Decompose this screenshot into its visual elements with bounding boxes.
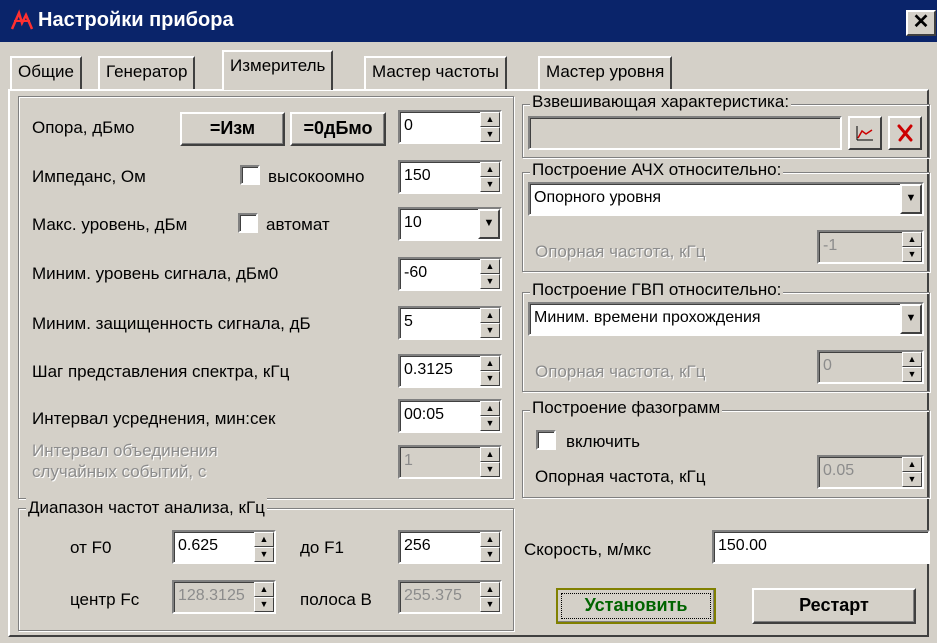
reference-label: Опора, дБмо xyxy=(32,118,135,137)
meter-settings-panel xyxy=(18,96,514,499)
title-bar[interactable]: Настройки прибора ✕ xyxy=(0,0,937,42)
impedance-label: Импеданс, Ом xyxy=(32,167,146,186)
speed-label: Скорость, м/мкс xyxy=(524,540,652,559)
spin-down-icon[interactable]: ▼ xyxy=(480,597,500,612)
spin-down-icon[interactable]: ▼ xyxy=(480,177,500,192)
red-x-icon xyxy=(897,124,913,142)
avg-interval-stepper[interactable]: 00:05 ▲ ▼ xyxy=(398,399,502,433)
auto-label: автомат xyxy=(266,215,330,234)
chevron-down-icon[interactable]: ▼ xyxy=(900,184,922,214)
spin-down-icon[interactable]: ▼ xyxy=(480,547,500,562)
window-title: Настройки прибора xyxy=(38,9,234,31)
spin-up-icon[interactable]: ▲ xyxy=(902,352,922,367)
merge-interval-label-line2: случайных событий, с xyxy=(32,462,207,481)
impedance-stepper[interactable]: 150 ▲ ▼ xyxy=(398,160,502,194)
f1-stepper[interactable]: 256 ▲ ▼ xyxy=(398,530,502,564)
f1-label: до F1 xyxy=(300,538,344,557)
zero-dbm0-button[interactable]: =0дБмо xyxy=(290,112,386,146)
high-impedance-label: высокоомно xyxy=(268,167,365,186)
high-impedance-checkbox[interactable] xyxy=(240,165,260,185)
phase-enable-label: включить xyxy=(566,432,640,451)
phase-enable-checkbox[interactable] xyxy=(536,430,556,450)
min-snr-label: Миним. защищенность сигнала, дБ xyxy=(32,314,311,333)
spectrum-step-label: Шаг представления спектра, кГц xyxy=(32,362,290,381)
afc-title: Построение АЧХ относительно: xyxy=(530,160,784,180)
app-logo-icon xyxy=(10,9,34,30)
weighting-graph-button[interactable] xyxy=(848,116,882,150)
max-level-label: Макс. уровень, дБм xyxy=(32,215,188,234)
max-level-select[interactable]: 10 ▼ xyxy=(398,207,502,241)
merge-interval-label-line1: Интервал объединения xyxy=(32,441,218,460)
graph-icon xyxy=(856,126,873,141)
afc-reference-select[interactable]: Опорного уровня ▼ xyxy=(528,182,924,216)
close-button[interactable]: ✕ xyxy=(906,10,936,36)
spin-up-icon[interactable]: ▲ xyxy=(480,401,500,416)
spin-up-icon[interactable]: ▲ xyxy=(902,232,922,247)
spin-down-icon[interactable]: ▼ xyxy=(480,416,500,431)
spin-down-icon[interactable]: ▼ xyxy=(254,547,274,562)
close-icon: ✕ xyxy=(912,11,930,33)
tab-generator[interactable]: Генератор xyxy=(98,56,196,90)
spin-up-icon[interactable]: ▲ xyxy=(902,457,922,472)
spectrum-step-stepper[interactable]: 0.3125 ▲ ▼ xyxy=(398,354,502,388)
afc-ref-freq-stepper[interactable]: -1 ▲ ▼ xyxy=(817,230,924,264)
phase-title: Построение фазограмм xyxy=(530,398,723,418)
spin-up-icon[interactable]: ▲ xyxy=(480,162,500,177)
spin-down-icon[interactable]: ▼ xyxy=(902,247,922,262)
tab-general[interactable]: Общие xyxy=(10,56,82,90)
weighting-title: Взвешивающая характеристика: xyxy=(530,92,792,112)
tab-frequency-wizard[interactable]: Мастер частоты xyxy=(364,56,508,90)
afc-ref-freq-label: Опорная частота, кГц xyxy=(535,242,706,261)
spin-up-icon[interactable]: ▲ xyxy=(480,447,500,462)
spin-down-icon[interactable]: ▼ xyxy=(480,274,500,289)
f0-label: от F0 xyxy=(70,538,112,557)
merge-interval-stepper[interactable]: 1 ▲ ▼ xyxy=(398,445,502,479)
spin-down-icon[interactable]: ▼ xyxy=(480,371,500,386)
phase-ref-freq-label: Опорная частота, кГц xyxy=(535,467,706,486)
spin-up-icon[interactable]: ▲ xyxy=(480,356,500,371)
fc-stepper[interactable]: 128.3125 ▲ ▼ xyxy=(172,580,276,614)
frequency-range-title: Диапазон частот анализа, кГц xyxy=(26,498,267,518)
speed-input[interactable]: 150.00 xyxy=(712,530,930,564)
spin-up-icon[interactable]: ▲ xyxy=(480,308,500,323)
gvp-ref-freq-label: Опорная частота, кГц xyxy=(535,362,706,381)
spin-up-icon[interactable]: ▲ xyxy=(480,532,500,547)
apply-button[interactable]: Установить xyxy=(556,588,716,624)
weighting-clear-button[interactable] xyxy=(888,116,922,150)
spin-up-icon[interactable]: ▲ xyxy=(254,582,274,597)
spin-down-icon[interactable]: ▼ xyxy=(254,597,274,612)
min-signal-stepper[interactable]: -60 ▲ ▼ xyxy=(398,257,502,291)
avg-interval-label: Интервал усреднения, мин:сек xyxy=(32,409,276,428)
tab-level-wizard[interactable]: Мастер уровня xyxy=(538,56,673,90)
tab-meter[interactable]: Измеритель xyxy=(222,50,334,90)
spin-down-icon[interactable]: ▼ xyxy=(902,472,922,487)
fc-label: центр Fc xyxy=(70,590,140,609)
gvp-reference-select[interactable]: Миним. времени прохождения ▼ xyxy=(528,302,924,336)
min-signal-label: Миним. уровень сигнала, дБм0 xyxy=(32,264,279,283)
spin-up-icon[interactable]: ▲ xyxy=(254,532,274,547)
min-snr-stepper[interactable]: 5 ▲ ▼ xyxy=(398,306,502,340)
chevron-down-icon[interactable]: ▼ xyxy=(478,209,500,239)
gvp-title: Построение ГВП относительно: xyxy=(530,280,784,300)
reference-stepper[interactable]: 0 ▲ ▼ xyxy=(398,110,502,144)
spin-up-icon[interactable]: ▲ xyxy=(480,582,500,597)
chevron-down-icon[interactable]: ▼ xyxy=(900,304,922,334)
band-stepper[interactable]: 255.375 ▲ ▼ xyxy=(398,580,502,614)
phase-ref-freq-stepper[interactable]: 0.05 ▲ ▼ xyxy=(817,455,924,489)
gvp-ref-freq-stepper[interactable]: 0 ▲ ▼ xyxy=(817,350,924,384)
measure-button[interactable]: =Изм xyxy=(180,112,285,146)
spin-up-icon[interactable]: ▲ xyxy=(480,259,500,274)
auto-checkbox[interactable] xyxy=(238,213,258,233)
spin-up-icon[interactable]: ▲ xyxy=(480,112,500,127)
spin-down-icon[interactable]: ▼ xyxy=(480,127,500,142)
f0-stepper[interactable]: 0.625 ▲ ▼ xyxy=(172,530,276,564)
restart-button[interactable]: Рестарт xyxy=(752,588,916,624)
weighting-field[interactable] xyxy=(528,116,842,150)
spin-down-icon[interactable]: ▼ xyxy=(480,323,500,338)
spin-down-icon[interactable]: ▼ xyxy=(480,462,500,477)
band-label: полоса B xyxy=(300,590,372,609)
spin-down-icon[interactable]: ▼ xyxy=(902,367,922,382)
